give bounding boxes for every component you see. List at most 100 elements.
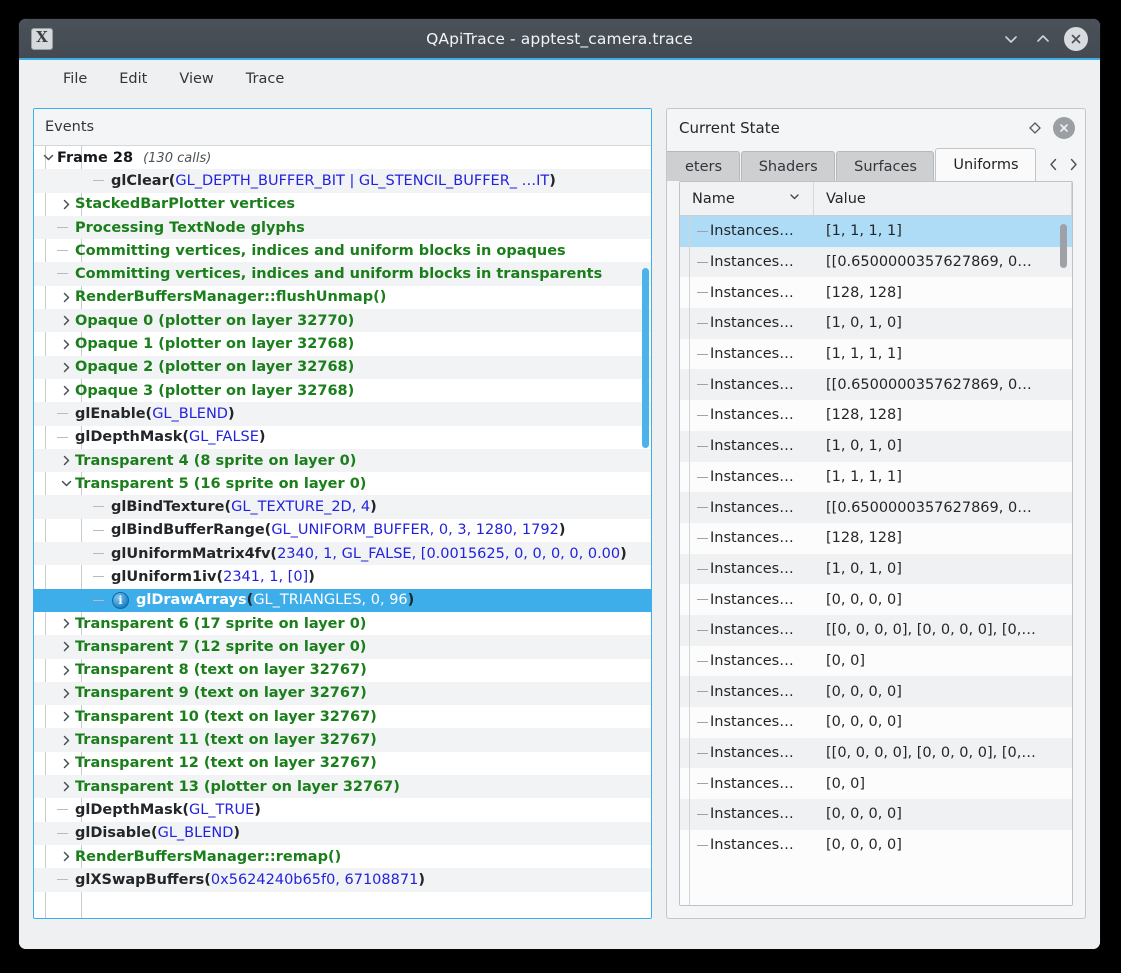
chevron-right-icon[interactable] [57,752,75,775]
tree-row-group[interactable]: RenderBuffersManager::remap() [34,845,651,868]
table-body[interactable]: Instances… [1, 1, 1, 1] Instances… [[0.6500… [680,216,1072,905]
chevron-right-icon[interactable] [1067,157,1080,176]
tree-row-call[interactable]: glUniform1iv(2341, 1, [0]) [34,565,651,588]
chevron-right-icon[interactable] [57,379,75,402]
tree-row-group[interactable]: Opaque 1 (plotter on layer 32768) [34,332,651,355]
chevron-right-icon[interactable] [57,449,75,472]
tree-row-group[interactable]: Transparent 8 (text on layer 32767) [34,659,651,682]
tree-row-call[interactable]: glDepthMask(GL_FALSE) [34,426,651,449]
table-row[interactable]: Instances… [[0, 0, 0, 0], [0, 0, 0, 0], [… [680,737,1072,769]
table-row[interactable]: Instances… [0, 0, 0, 0] [680,584,1072,615]
tab-surfaces[interactable]: Surfaces [836,151,935,181]
cell-name: Instances… [680,830,814,861]
tree-row-group[interactable]: Opaque 2 (plotter on layer 32768) [34,355,651,379]
cell-name: Instances… [680,308,814,339]
chevron-right-icon[interactable] [57,356,75,379]
table-row[interactable]: Instances… [[0.6500000357627869, 0… [680,369,1072,401]
minimize-button[interactable] [1000,28,1022,50]
tree-row-group[interactable]: Opaque 0 (plotter on layer 32770) [34,309,651,333]
table-row[interactable]: Instances… [0, 0, 0, 0] [680,799,1072,830]
tree-row-group[interactable]: Transparent 4 (8 sprite on layer 0) [34,448,651,473]
column-header-value[interactable]: Value [814,182,1072,215]
table-row[interactable]: Instances… [1, 1, 1, 1] [680,216,1072,247]
table-row[interactable]: Instances… [128, 128] [680,523,1072,554]
maximize-button[interactable] [1032,28,1054,50]
table-row[interactable]: Instances… [0, 0, 0, 0] [680,707,1072,738]
table-row[interactable]: Instances… [1, 0, 1, 0] [680,553,1072,585]
tree-row-group[interactable]: Transparent 5 (16 sprite on layer 0) [34,472,651,495]
tree-row-call[interactable]: glDisable(GL_BLEND) [34,821,651,845]
tree-row-group[interactable]: RenderBuffersManager::flushUnmap() [34,286,651,309]
tree-row-group[interactable]: Committing vertices, indices and uniform… [34,262,651,286]
table-row[interactable]: Instances… [0, 0, 0, 0] [680,676,1072,707]
uniform-name: Instances… [710,499,794,516]
tree-row-label: Transparent 12 (text on layer 32767) [75,755,377,772]
tree-row-label: Transparent 13 (plotter on layer 32767) [75,778,400,795]
tree-row-group[interactable]: Transparent 10 (text on layer 32767) [34,705,651,728]
chevron-right-icon[interactable] [57,612,75,635]
tree-row-frame[interactable]: Frame 28 (130 calls) [34,146,651,169]
tree-row-group[interactable]: Transparent 6 (17 sprite on layer 0) [34,612,651,635]
chevron-right-icon[interactable] [57,682,75,705]
tree-row-call[interactable]: glXSwapBuffers(0x5624240b65f0, 67108871) [34,868,651,892]
table-row[interactable]: Instances… [1, 1, 1, 1] [680,339,1072,370]
table-row[interactable]: Instances… [0, 0] [680,646,1072,677]
tree-branch-line [688,799,710,830]
tree-row-call[interactable]: glClear(GL_DEPTH_BUFFER_BIT | GL_STENCIL… [34,169,651,193]
chevron-right-icon[interactable] [57,286,75,309]
tab-shaders[interactable]: Shaders [740,151,836,181]
chevron-right-icon[interactable] [57,705,75,728]
tree-row-group[interactable]: Transparent 11 (text on layer 32767) [34,728,651,752]
tree-row-group[interactable]: Transparent 12 (text on layer 32767) [34,752,651,775]
chevron-left-icon[interactable] [1047,157,1060,176]
menu-item-view[interactable]: View [163,66,229,92]
menu-item-trace[interactable]: Trace [230,66,300,92]
chevron-right-icon[interactable] [57,845,75,868]
chevron-down-icon[interactable] [39,146,57,169]
tree-row-group[interactable]: Committing vertices, indices and uniform… [34,239,651,262]
tree-row-group[interactable]: Transparent 7 (12 sprite on layer 0) [34,635,651,659]
table-scrollbar-thumb[interactable] [1060,224,1067,268]
tree-row-call[interactable]: glEnable(GL_BLEND) [34,402,651,426]
table-row[interactable]: Instances… [[0.6500000357627869, 0… [680,492,1072,523]
menu-item-file[interactable]: File [47,66,103,92]
table-row[interactable]: Instances… [0, 0] [680,768,1072,799]
table-row[interactable]: Instances… [0, 0, 0, 0] [680,830,1072,861]
tree-row-group[interactable]: Transparent 9 (text on layer 32767) [34,681,651,706]
chevron-right-icon[interactable] [57,659,75,682]
table-row[interactable]: Instances… [1, 1, 1, 1] [680,462,1072,493]
table-row[interactable]: Instances… [[0, 0, 0, 0], [0, 0, 0, 0], [… [680,614,1072,646]
chevron-down-icon[interactable] [57,472,75,495]
events-scrollbar-thumb[interactable] [642,268,649,448]
table-row[interactable]: Instances… [128, 128] [680,277,1072,308]
tree-row-group[interactable]: Processing TextNode glyphs [34,215,651,240]
tree-branch-line [688,339,710,370]
menu-item-edit[interactable]: Edit [103,66,163,92]
chevron-right-icon[interactable] [57,775,75,798]
column-header-name[interactable]: Name [680,182,814,215]
tree-row-call[interactable]: i glDrawArrays(GL_TRIANGLES, 0, 96) [34,588,651,612]
tree-row-group[interactable]: Transparent 13 (plotter on layer 32767) [34,775,651,799]
chevron-right-icon[interactable] [57,309,75,332]
dock-close-icon[interactable] [1053,117,1075,139]
tree-row-call[interactable]: glDepthMask(GL_TRUE) [34,798,651,821]
chevron-right-icon[interactable] [57,332,75,355]
tab-eters[interactable]: eters [667,151,740,181]
tree-row-group[interactable]: StackedBarPlotter vertices [34,193,651,216]
table-row[interactable]: Instances… [1, 0, 1, 0] [680,430,1072,462]
table-row[interactable]: Instances… [[0.6500000357627869, 0… [680,246,1072,278]
table-row[interactable]: Instances… [1, 0, 1, 0] [680,308,1072,339]
tab-uniforms[interactable]: Uniforms [935,148,1036,181]
window-controls [1000,26,1088,51]
tree-row-call[interactable]: glUniformMatrix4fv(2340, 1, GL_FALSE, [0… [34,542,651,566]
chevron-right-icon[interactable] [57,193,75,216]
events-tree[interactable]: Frame 28 (130 calls) glClear(GL_DEPTH_BUFF… [34,146,651,918]
tree-row-call[interactable]: glBindTexture(GL_TEXTURE_2D, 4) [34,495,651,519]
float-icon[interactable] [1025,118,1045,138]
chevron-right-icon[interactable] [57,635,75,658]
chevron-right-icon[interactable] [57,728,75,751]
table-row[interactable]: Instances… [128, 128] [680,400,1072,431]
close-button[interactable] [1064,26,1088,51]
tree-row-group[interactable]: Opaque 3 (plotter on layer 32768) [34,379,651,402]
tree-row-call[interactable]: glBindBufferRange(GL_UNIFORM_BUFFER, 0, … [34,519,651,542]
